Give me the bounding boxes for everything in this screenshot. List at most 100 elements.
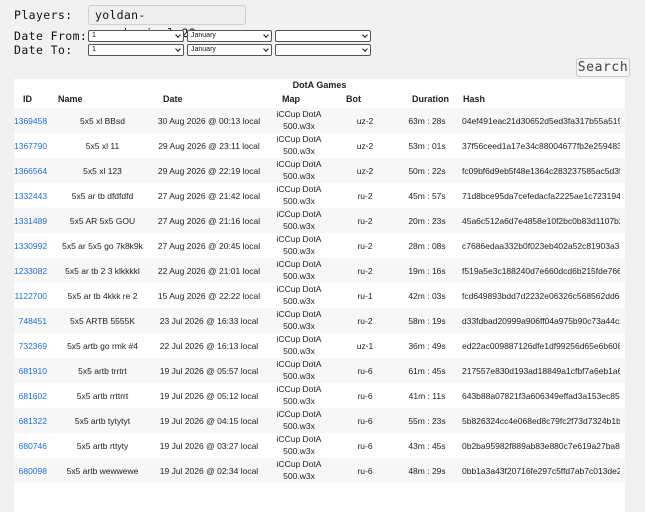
game-map-line2: 500.w3x [283,220,315,231]
game-name: 5x5 artb rrttrrt [76,390,129,401]
game-date: 19 Jul 2026 @ 02:34 local [159,465,259,476]
game-map-line2: 500.w3x [283,445,315,456]
game-map-line1: iCCup DotA [276,359,322,369]
game-id-link[interactable]: 1233082 [14,266,47,276]
game-map-line1: iCCup DotA [276,159,322,169]
game-id-link[interactable]: 1331489 [14,216,47,226]
game-map-line2: 500.w3x [283,195,315,206]
games-table: DotA Games ID Name Date Map Bot Duration… [14,79,625,512]
game-name: 5x5 ar tb 4kkk re 2 [67,290,138,301]
game-date: 19 Jul 2026 @ 04:15 local [159,415,259,426]
game-map-line2: 500.w3x [283,270,315,281]
game-map: iCCup DotA 500.w3x [264,409,334,432]
game-hash: 0bb1a3a43f20716fe297c5ffd7ab7c013de2527c [462,465,620,476]
game-date: 22 Aug 2026 @ 21:01 local [157,265,261,276]
game-bot: ru-2 [357,265,373,276]
game-duration: 55m : 23s [408,415,446,426]
game-id-link[interactable]: 1366564 [14,166,47,176]
game-map-line1: iCCup DotA [276,409,322,419]
game-hash: 643b88a07821f3a606349effad3a153ec85f151d [462,390,620,401]
game-hash: 0b2ba95982f889ab83e880c7e619a27ba88155f5 [462,440,620,451]
game-id-link[interactable]: 1330992 [14,241,47,251]
table-row: 681910 5x5 artb trrtrt 19 Jul 2026 @ 05:57… [14,358,625,383]
game-map: iCCup DotA 500.w3x [264,384,334,407]
game-hash: 5b826324cc4e068ed8c79fc2f73d7324b1b526a3 [462,415,620,426]
game-id-cell: 1122700 [14,291,51,301]
to-year-select[interactable] [275,44,371,56]
game-id-link[interactable]: 748451 [19,316,47,326]
game-duration: 36m : 49s [408,340,446,351]
table-row: 1332443 5x5 ar tb dfdfdfd 27 Aug 2026 @ 21… [14,183,625,208]
game-bot: ru-1 [357,290,373,301]
game-map: iCCup DotA 500.w3x [264,134,334,157]
game-id-link[interactable]: 681322 [19,416,47,426]
header-bot: Bot [346,94,361,104]
game-date: 27 Aug 2026 @ 21:42 local [157,190,261,201]
game-date: 19 Jul 2026 @ 03:27 local [159,440,259,451]
game-id-link[interactable]: 681910 [19,366,47,376]
game-id-link[interactable]: 1122700 [15,291,47,301]
players-input[interactable]: yoldan-qooch,qirol_22 [88,5,246,40]
game-hash: fcd649893bdd7d2232e06326c568562dd6c95006 [462,290,620,301]
table-row: 680098 5x5 artb wewwewe 19 Jul 2026 @ 02:3… [14,458,625,483]
game-map-line2: 500.w3x [283,295,315,306]
game-bot: ru-2 [357,190,373,201]
game-name: 5x5 xl 123 [83,165,122,176]
game-map-line1: iCCup DotA [276,109,322,119]
game-map-line1: iCCup DotA [276,234,322,244]
game-id-link[interactable]: 680746 [19,441,47,451]
game-map-line1: iCCup DotA [276,434,322,444]
game-name: 5x5 artb go rmk #4 [67,340,138,351]
game-map-line2: 500.w3x [283,245,315,256]
to-day-select[interactable]: 1 [88,44,184,56]
game-bot: uz-2 [356,115,374,126]
game-map-line1: iCCup DotA [276,384,322,394]
game-hash: f519a5e3c188240d7e660dcd6b215fde766afe84 [462,265,620,276]
game-id-cell: 1367790 [14,141,51,151]
game-hash: 45a6c512a6d7e4858e10f2bc0b83d1107b208806 [462,215,620,226]
game-name: 5x5 artb trrtrt [78,365,127,376]
game-bot: ru-2 [357,315,373,326]
from-day-select[interactable]: 1 [88,30,184,42]
game-id-link[interactable]: 681602 [19,391,47,401]
game-id-link[interactable]: 732369 [19,341,47,351]
game-bot: ru-2 [357,240,373,251]
game-hash: 04ef491eac21d30652d5ed3fa317b55a519e5af0 [462,115,620,126]
game-hash: 37f56ceed1a17e34c88004677fb2e259483cd19c [462,140,620,151]
game-map-line1: iCCup DotA [276,309,322,319]
game-map-line2: 500.w3x [283,345,315,356]
game-bot: uz-2 [356,165,374,176]
game-id-cell: 1233082 [14,266,51,276]
game-id-link[interactable]: 680098 [19,466,47,476]
players-row: Players: yoldan-qooch,qirol_22 [14,4,374,40]
game-map-line1: iCCup DotA [276,209,322,219]
search-button[interactable]: Search [576,58,630,77]
table-row: 1233082 5x5 ar tb 2 3 klkkkkl 22 Aug 2026 … [14,258,625,283]
game-id-link[interactable]: 1369458 [14,116,47,126]
game-date: 30 Aug 2026 @ 00:13 local [157,115,261,126]
table-header: ID Name Date Map Bot Duration Hash [14,91,625,108]
game-duration: 43m : 45s [408,440,446,451]
from-year-select[interactable] [275,30,371,42]
table-row: 1330992 5x5 ar 5x5 go 7k8k9k 27 Aug 2026 @… [14,233,625,258]
game-id-link[interactable]: 1367790 [14,141,47,151]
game-hash: 217557e830d193ad18849a1cfbf7a6eb1a679ebb [462,365,620,376]
date-to-row: Date To: 1 January [14,43,374,57]
game-duration: 48m : 29s [408,465,446,476]
game-bot: ru-6 [357,365,373,376]
game-map: iCCup DotA 500.w3x [264,359,334,382]
game-map: iCCup DotA 500.w3x [264,334,334,357]
table-row: 1367790 5x5 xl 11 29 Aug 2026 @ 23:11 loca… [14,133,625,158]
game-date: 29 Aug 2026 @ 23:11 local [158,140,260,151]
to-month-select[interactable]: January [187,44,272,56]
game-map: iCCup DotA 500.w3x [264,184,334,207]
game-map-line1: iCCup DotA [276,334,322,344]
game-date: 23 Jul 2026 @ 16:33 local [159,315,259,326]
game-map-line1: iCCup DotA [276,184,322,194]
game-id-link[interactable]: 1332443 [14,191,47,201]
table-row: 681602 5x5 artb rrttrrt 19 Jul 2026 @ 05:1… [14,383,625,408]
from-month-select[interactable]: January [187,30,272,42]
game-map-line1: iCCup DotA [276,259,322,269]
table-row: 1369458 5x5 xl BBsd 30 Aug 2026 @ 00:13 lo… [14,108,625,133]
game-map: iCCup DotA 500.w3x [264,109,334,132]
